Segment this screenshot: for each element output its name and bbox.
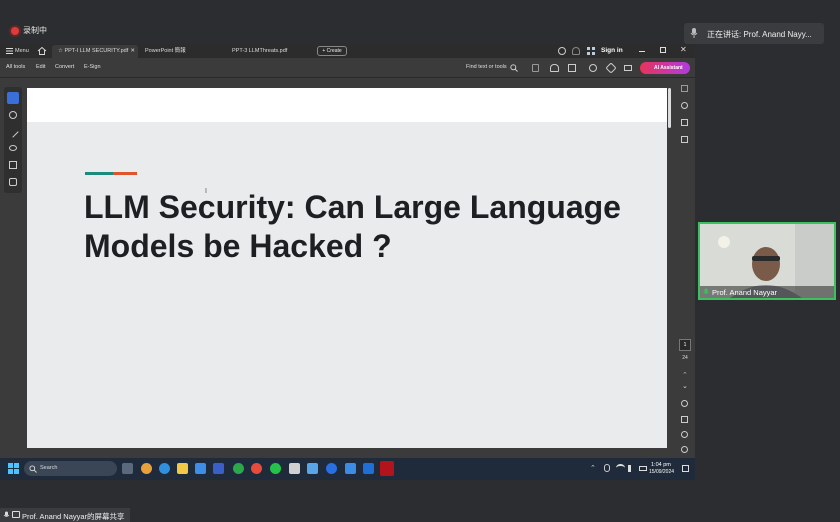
app-icon[interactable] [289,463,300,474]
weather-icon[interactable] [141,463,152,474]
share-icon[interactable] [589,64,597,72]
tab-powerpoint[interactable]: PowerPoint 簡報 [139,45,225,58]
whatsapp-icon[interactable] [270,463,281,474]
app-icon[interactable] [233,463,244,474]
select-tool-icon[interactable] [7,92,19,104]
menu-convert[interactable]: Convert [55,64,74,70]
maximize-icon[interactable] [660,47,666,53]
accent-bar-orange [113,172,137,175]
ai-label: AI Assistant [654,65,683,71]
app-icon[interactable] [307,463,318,474]
text-cursor-icon: I [205,188,207,195]
page-view-icon[interactable] [681,416,688,423]
close-icon[interactable]: ✕ [130,45,135,58]
clock-date[interactable]: 15/09/2024 [649,469,674,475]
menu-icon[interactable] [6,48,13,54]
zoom-in-icon[interactable] [681,431,688,438]
rotate-icon[interactable] [681,400,688,407]
mic-icon [3,511,10,519]
lasso-tool-icon[interactable] [9,145,17,151]
chevron-up-icon[interactable]: ⌃ [590,464,596,472]
find-tools-search[interactable]: Find text or tools [466,64,507,70]
store-icon[interactable] [195,463,206,474]
app-icon[interactable] [363,463,374,474]
accent-bar-teal [85,172,113,175]
help-icon[interactable] [558,47,566,55]
taskbar-search-box[interactable] [24,461,117,476]
page-total: 24 [682,355,688,361]
screen-share-label: Prof. Anand Nayyar的屏幕共享 [22,512,125,521]
app-icon[interactable] [213,463,224,474]
mic-icon [702,288,710,296]
file-explorer-icon[interactable] [177,463,188,474]
ai-assistant-button[interactable]: AI Assistant [640,62,690,74]
copilot-icon[interactable] [159,463,170,474]
clock-time[interactable]: 1:04 pm [651,462,671,468]
page-header-band [27,88,667,122]
bookmark-icon[interactable] [681,119,688,126]
menu-button[interactable]: Menu [15,46,29,56]
screen-share-icon [12,511,20,518]
record-dot-icon [11,27,19,35]
page-up-icon[interactable]: ⌃ [682,371,688,379]
participant-name: Prof. Anand Nayyar [712,288,778,297]
minimize-icon[interactable] [639,51,645,52]
create-button[interactable]: + Create [317,46,347,56]
mic-icon [688,27,700,39]
pdf-icon[interactable] [380,461,394,476]
mic-icon[interactable] [604,464,610,472]
search-icon[interactable] [510,64,518,72]
wifi-icon[interactable] [616,464,625,472]
page-down-icon[interactable]: ⌄ [682,382,688,390]
bell-icon[interactable] [572,47,580,55]
zoom-out-icon[interactable] [681,446,688,453]
menu-esign[interactable]: E-Sign [84,64,101,70]
slide-title: LLM Security: Can Large Language Models … [84,189,621,264]
zoom-tool-icon[interactable] [9,111,17,119]
tab-llm-security[interactable]: ☆ PPT-I LLM SECURITY.pdf ✕ [52,45,138,58]
close-icon[interactable]: ✕ [680,45,687,54]
battery-icon[interactable] [639,466,647,471]
menu-edit[interactable]: Edit [36,64,45,70]
notification-icon[interactable] [682,465,689,472]
stamp-tool-icon[interactable] [9,178,17,186]
pdf-page: LLM Security: Can Large Language Models … [27,88,667,448]
search-icon [29,465,37,473]
sign-in-button[interactable]: Sign in [601,46,623,56]
recording-label: 录制中 [23,26,47,35]
page-number-input[interactable]: 1 [679,339,691,351]
save-icon[interactable] [532,64,539,72]
tab-label: PPT-3 LLMThreats.pdf [232,48,288,54]
text-tool-icon[interactable] [9,161,17,169]
chrome-icon[interactable] [251,463,262,474]
mail-icon[interactable] [624,65,632,71]
create-label: Create [326,48,342,54]
apps-icon[interactable] [587,47,595,55]
task-view-icon[interactable] [122,463,133,474]
tab-label: PPT-I LLM SECURITY.pdf [64,48,129,54]
print-icon[interactable] [568,64,576,72]
menu-all-tools[interactable]: All tools [6,64,25,70]
volume-icon[interactable] [628,465,635,472]
meeting-app-icon[interactable] [326,463,337,474]
speaker-label: 正在讲话: Prof. Anand Nayy... [707,30,812,39]
pages-icon[interactable] [681,136,688,143]
edit-pdf-icon[interactable] [681,85,688,92]
app-icon[interactable] [345,463,356,474]
acrobat-window: Menu ☆ PPT-I LLM SECURITY.pdf ✕ PowerPoi… [0,44,695,458]
comment-icon[interactable] [681,102,688,109]
upload-icon[interactable] [550,64,559,72]
tab-llm-threats[interactable]: PPT-3 LLMThreats.pdf [226,45,312,58]
home-icon[interactable] [37,46,47,56]
windows-icon[interactable] [8,463,19,474]
tab-label: PowerPoint 簡報 [145,48,186,54]
vertical-scrollbar[interactable] [668,88,671,128]
taskbar-search-label: Search [40,465,58,471]
